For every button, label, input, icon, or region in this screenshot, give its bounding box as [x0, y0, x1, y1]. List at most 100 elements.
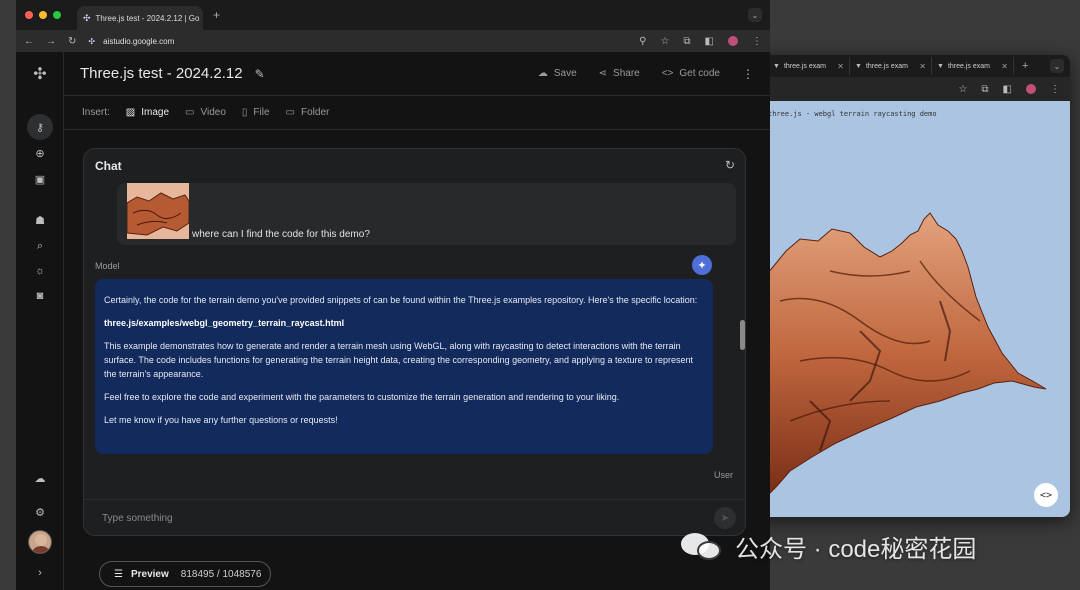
sidepanel-icon[interactable]: ◧ — [1003, 84, 1012, 95]
user-message: where can I find the code for this demo? — [117, 183, 736, 245]
expand-sidebar-icon[interactable]: › — [30, 563, 50, 583]
preview-button[interactable]: ☰ Preview 818495 / 1048576 — [99, 561, 271, 587]
code-brackets-icon: <> — [661, 68, 674, 79]
extensions-icon[interactable]: ⧉ — [683, 36, 690, 47]
aistudio-favicon-icon: ✣ — [83, 12, 91, 23]
cloud-icon[interactable]: ☁ — [30, 468, 50, 488]
preview-tab-2[interactable]: ▼ three.js exam ✕ — [850, 57, 932, 75]
site-favicon-icon: ✣ — [88, 36, 96, 46]
main-tab-bar: ✣ Three.js test - 2024.2.12 | Go ✕ + ⌄ — [16, 0, 770, 30]
prompt-header: Three.js test - 2024.2.12 ✎ ☁ Save ⋖ Sha… — [64, 52, 770, 96]
window-controls — [25, 11, 61, 19]
insert-file-button[interactable]: ▯ File — [242, 107, 270, 118]
share-button[interactable]: ⋖ Share — [599, 68, 640, 79]
maximize-window-button[interactable] — [53, 11, 61, 19]
new-tab-icon[interactable]: + — [213, 8, 220, 22]
avatar-head — [35, 534, 47, 546]
profile-avatar-icon[interactable] — [1026, 84, 1036, 94]
close-tab-icon[interactable]: ✕ — [919, 62, 926, 71]
discord-icon[interactable]: ◙ — [30, 286, 50, 306]
view-source-button[interactable]: <> — [1034, 483, 1058, 507]
avatar-body — [31, 546, 51, 553]
video-icon: ▭ — [185, 107, 195, 118]
chevron-down-icon[interactable]: ⌄ — [1050, 59, 1064, 73]
chat-panel: Chat ↻ where can I find the code for thi… — [83, 148, 746, 536]
create-new-icon[interactable]: ⊕ — [30, 143, 50, 163]
close-window-button[interactable] — [25, 11, 33, 19]
watermark-text: 公众号 · code秘密花园 — [735, 536, 977, 563]
url-field[interactable]: ✣ aistudio.google.com — [88, 30, 627, 52]
send-arrow-icon: ➤ — [720, 512, 730, 524]
terrain-render — [767, 212, 1047, 497]
get-code-button[interactable]: <> Get code — [662, 68, 720, 79]
chat-scrollbar[interactable] — [740, 320, 745, 350]
terrain-demo-canvas[interactable]: three.js - webgl terrain raycasting demo… — [740, 101, 1070, 517]
settings-gear-icon[interactable]: ⚙ — [30, 502, 50, 522]
terrain-thumbnail-image[interactable] — [127, 183, 189, 239]
chat-input-area: ➤ — [84, 499, 745, 535]
docs-search-icon[interactable]: ⌕ — [30, 236, 50, 256]
preview-tab-1[interactable]: ▼ three.js exam ✕ — [768, 57, 850, 75]
left-sidebar: ✣ ⚷ ⊕ ▣ ☗ ⌕ ☼ ◙ ☁ ⚙ › — [16, 52, 64, 590]
close-tab-icon[interactable]: ✕ — [1001, 62, 1008, 71]
url-text[interactable]: aistudio.google.com — [103, 37, 174, 46]
more-options-icon[interactable]: ⋮ — [742, 67, 754, 81]
response-code-path: three.js/examples/webgl_geometry_terrain… — [104, 318, 345, 328]
forward-arrow-icon[interactable]: → — [46, 36, 56, 47]
zoom-icon[interactable]: ⚲ — [639, 36, 646, 47]
edit-pencil-icon[interactable]: ✎ — [255, 67, 265, 81]
refresh-icon[interactable]: ↻ — [725, 158, 735, 172]
threejs-favicon-icon: ▼ — [937, 62, 944, 70]
insert-toolbar: Insert: ▨ Image ▭ Video ▯ File ▭ Folder — [64, 96, 770, 130]
back-arrow-icon[interactable]: ← — [24, 36, 34, 47]
main-browser-window: ✣ Three.js test - 2024.2.12 | Go ✕ + ⌄ ←… — [16, 0, 770, 590]
sidepanel-icon[interactable]: ◧ — [705, 36, 714, 47]
chat-input[interactable] — [102, 510, 662, 526]
list-icon: ☰ — [114, 568, 123, 580]
extensions-icon[interactable]: ⧉ — [981, 84, 988, 95]
response-paragraph: Feel free to explore the code and experi… — [104, 392, 620, 402]
main-tab-title: Three.js test - 2024.2.12 | Go — [95, 13, 200, 23]
library-icon[interactable]: ▣ — [30, 169, 50, 189]
preview-tab-1-title: three.js exam — [783, 62, 826, 70]
image-icon: ▨ — [125, 107, 136, 118]
insert-image-button[interactable]: ▨ Image — [126, 107, 169, 118]
header-actions: ☁ Save ⋖ Share <> Get code ⋮ — [538, 67, 754, 81]
user-avatar[interactable] — [28, 530, 52, 554]
share-icon: ⋖ — [598, 68, 608, 79]
wechat-logo-icon — [681, 531, 725, 563]
preview-tab-3[interactable]: ▼ three.js exam ✕ — [932, 57, 1014, 75]
menu-dots-icon[interactable]: ⋮ — [1050, 84, 1060, 95]
send-button[interactable]: ➤ — [714, 507, 736, 529]
minimize-window-button[interactable] — [39, 11, 47, 19]
profile-avatar-icon[interactable] — [728, 36, 738, 46]
star-icon[interactable]: ☆ — [958, 84, 967, 95]
response-paragraph: This example demonstrates how to generat… — [104, 341, 694, 379]
browser-toolbar-actions: ⚲ ☆ ⧉ ◧ ⋮ — [639, 36, 762, 47]
insert-folder-button[interactable]: ▭ Folder — [286, 107, 330, 118]
aistudio-logo-icon[interactable]: ✣ — [30, 64, 50, 84]
key-icon[interactable]: ⚷ — [27, 114, 53, 140]
menu-dots-icon[interactable]: ⋮ — [752, 36, 762, 47]
prompt-title[interactable]: Three.js test - 2024.2.12 — [80, 65, 243, 82]
lightbulb-icon[interactable]: ☼ — [30, 261, 50, 281]
insert-image-label: Image — [141, 107, 170, 118]
preview-browser-window: ▼ three.js exam ✕ ▼ three.js exam ✕ ▼ th… — [740, 55, 1070, 517]
tuning-icon[interactable]: ☗ — [30, 210, 50, 230]
threejs-favicon-icon: ▼ — [773, 62, 780, 70]
folder-icon: ▭ — [285, 107, 295, 118]
insert-video-button[interactable]: ▭ Video — [185, 107, 226, 118]
chevron-down-icon[interactable]: ⌄ — [748, 8, 762, 22]
main-tab[interactable]: ✣ Three.js test - 2024.2.12 | Go ✕ — [77, 6, 203, 30]
new-tab-icon[interactable]: + — [1022, 60, 1028, 72]
response-paragraph: Let me know if you have any further ques… — [104, 415, 338, 425]
response-paragraph: Certainly, the code for the terrain demo… — [104, 295, 698, 305]
token-count: 818495 / 1048576 — [180, 568, 262, 580]
file-icon: ▯ — [241, 107, 248, 118]
reload-icon[interactable]: ↻ — [68, 36, 76, 47]
star-icon[interactable]: ☆ — [660, 36, 669, 47]
close-tab-icon[interactable]: ✕ — [837, 62, 844, 71]
save-button[interactable]: ☁ Save — [538, 68, 577, 79]
chat-title: Chat — [95, 159, 122, 173]
preview-label: Preview — [130, 568, 169, 580]
